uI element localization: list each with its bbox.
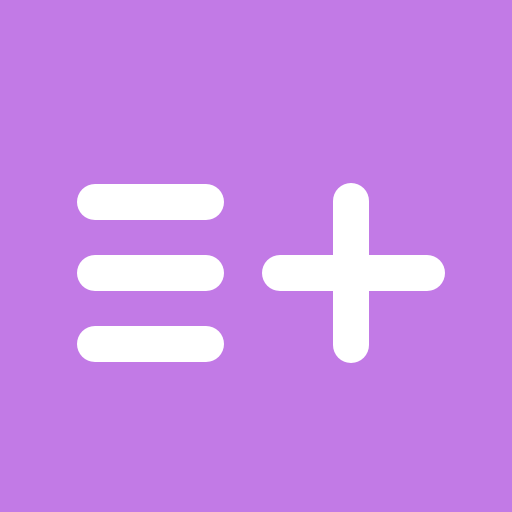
list-line-bottom <box>77 326 224 362</box>
plus-icon <box>262 183 445 363</box>
app-icon-tile[interactable] <box>0 0 512 512</box>
plus-horizontal-bar <box>262 255 445 291</box>
list-line-middle <box>77 255 224 291</box>
list-line-top <box>77 184 224 220</box>
add-to-list-icon <box>77 183 445 363</box>
list-lines-icon <box>77 184 224 362</box>
